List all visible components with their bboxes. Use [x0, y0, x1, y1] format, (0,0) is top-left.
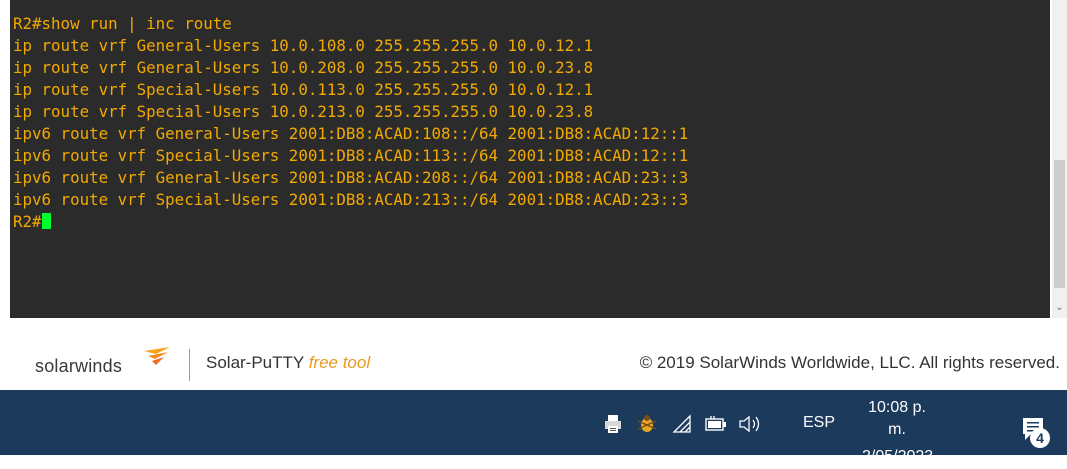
- terminal-prompt-line[interactable]: R2#: [13, 211, 688, 233]
- brand-bar: solarwinds Solar-PuTTY free tool © 2019 …: [0, 322, 1067, 390]
- taskbar: ESP 10:08 p. m. 2/05/2023 4: [0, 390, 1067, 465]
- clock-time: 10:08 p. m.: [868, 399, 926, 438]
- notification-count-badge: 4: [1030, 428, 1050, 448]
- terminal-line: ipv6 route vrf General-Users 2001:DB8:AC…: [13, 124, 689, 143]
- terminal-prompt: R2#: [13, 212, 42, 231]
- terminal-line: ipv6 route vrf Special-Users 2001:DB8:AC…: [13, 190, 689, 209]
- solarwinds-logo: solarwinds: [35, 356, 123, 376]
- terminal-line: R2#show run | inc route: [13, 14, 232, 33]
- wifi-icon[interactable]: [672, 414, 692, 434]
- speaker-icon[interactable]: [738, 414, 766, 434]
- terminal-line: ipv6 route vrf General-Users 2001:DB8:AC…: [13, 168, 689, 187]
- terminal-window[interactable]: R2#show run | inc route ip route vrf Gen…: [10, 0, 1050, 318]
- terminal-line: ip route vrf Special-Users 10.0.213.0 25…: [13, 102, 594, 121]
- bug-icon[interactable]: [636, 414, 658, 434]
- scrollbar-thumb[interactable]: [1054, 160, 1065, 288]
- terminal-line: ip route vrf General-Users 10.0.208.0 25…: [13, 58, 594, 77]
- vertical-scrollbar[interactable]: ⌄: [1052, 0, 1067, 318]
- terminal-line: ip route vrf Special-Users 10.0.113.0 25…: [13, 80, 594, 99]
- language-indicator[interactable]: ESP: [803, 414, 835, 432]
- scroll-down-arrow-icon[interactable]: ⌄: [1052, 300, 1067, 316]
- terminal-cursor: [41, 213, 51, 229]
- terminal-line: ipv6 route vrf Special-Users 2001:DB8:AC…: [13, 146, 689, 165]
- terminal-output: R2#show run | inc route ip route vrf Gen…: [13, 13, 688, 233]
- terminal-line: ip route vrf General-Users 10.0.108.0 25…: [13, 36, 594, 55]
- clock-date: 2/05/2023: [862, 448, 934, 465]
- taskbar-clock[interactable]: 10:08 p. m. 2/05/2023: [862, 397, 934, 469]
- battery-icon[interactable]: [705, 414, 727, 434]
- solarwinds-logo-icon: [144, 347, 170, 365]
- brand-divider: [189, 349, 190, 381]
- product-title: Solar-PuTTY: [206, 353, 304, 372]
- printer-icon[interactable]: [604, 414, 622, 434]
- product-name: Solar-PuTTY free tool: [206, 353, 370, 373]
- product-tag: free tool: [308, 353, 371, 372]
- copyright-text: © 2019 SolarWinds Worldwide, LLC. All ri…: [639, 353, 1060, 372]
